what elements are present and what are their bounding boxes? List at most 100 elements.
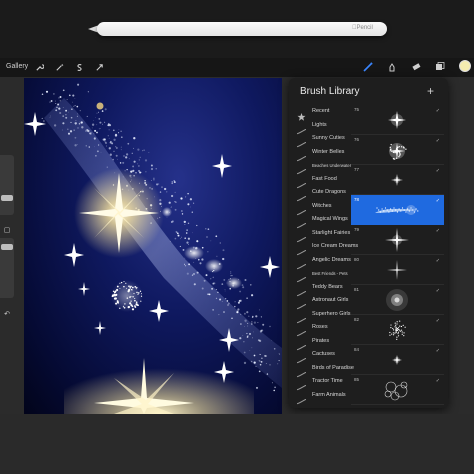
brush-set-item[interactable]: Superhero Girls <box>289 308 351 323</box>
brush-item[interactable]: 85 ✓ <box>351 375 444 405</box>
brush-set-item[interactable]: Magical Wings <box>289 213 350 229</box>
brush-stroke-icon <box>296 365 307 377</box>
opacity-slider-knob[interactable] <box>1 244 13 250</box>
brush-number: 78 <box>354 197 360 202</box>
brush-edit-icon[interactable]: ✓ <box>436 108 440 114</box>
brush-stroke-icon <box>296 338 307 350</box>
undo-button[interactable]: ↶ <box>2 310 12 320</box>
brush-set-label: Lights <box>312 121 327 128</box>
brush-set-item[interactable]: Tractor Time <box>289 375 350 391</box>
brush-set-item[interactable]: Pirates <box>289 335 350 350</box>
brush-item[interactable]: 84 ✓ <box>351 345 444 375</box>
star-icon <box>297 108 306 121</box>
brush-set-label: Birds of Paradise <box>312 364 354 371</box>
brush-edit-icon[interactable]: ✓ <box>436 258 440 264</box>
brush-set-item[interactable]: Recent <box>289 105 350 121</box>
brush-icon[interactable] <box>362 61 374 73</box>
brush-set-item[interactable]: Astronaut Girls <box>289 294 350 310</box>
brush-edit-icon[interactable]: ✓ <box>436 378 440 384</box>
brush-number: 77 <box>354 167 360 172</box>
add-brush-set-button[interactable]: + <box>427 84 434 98</box>
color-picker-button[interactable] <box>459 60 471 72</box>
brush-edit-icon[interactable]: ✓ <box>436 198 440 204</box>
brush-stroke-icon <box>296 392 307 404</box>
top-toolbar <box>0 58 474 77</box>
brush-set-item[interactable]: Starlight Fairies <box>289 227 351 242</box>
brush-stroke-icon <box>296 216 307 229</box>
brush-item[interactable]: 82 ✓ <box>351 315 444 345</box>
brush-stroke-icon <box>296 311 307 323</box>
brush-item[interactable]: 80 ✓ <box>351 255 444 285</box>
brush-set-label: Astronaut Girls <box>312 297 349 303</box>
brush-set-item[interactable]: Witches <box>289 200 350 215</box>
brush-item[interactable]: 81 ✓ <box>351 285 444 315</box>
brush-edit-icon[interactable]: ✓ <box>436 318 440 324</box>
layers-icon[interactable] <box>434 61 446 73</box>
brush-set-item[interactable]: Farm Animals <box>289 389 350 404</box>
brush-stroke-icon <box>296 135 307 148</box>
brush-item[interactable]: 76 ✓ <box>351 135 444 165</box>
brush-set-item[interactable]: Sunny Cuties <box>289 132 350 148</box>
brush-library-panel: Brush Library + Recent Lights Sunny Cuties… <box>289 78 448 408</box>
brush-set-label: Witches <box>312 202 332 209</box>
brush-set-item[interactable]: Lights <box>289 119 350 134</box>
brush-set-label: Tractor Time <box>312 378 343 384</box>
brush-preview-soft-glow <box>371 287 423 313</box>
brush-stroke-icon <box>296 243 307 256</box>
brush-set-label: Starlight Fairies <box>312 229 351 236</box>
brush-item[interactable]: 75 ✓ <box>351 105 444 135</box>
brush-size-slider[interactable] <box>0 155 14 215</box>
pencil-brand-label: Pencil <box>352 25 373 31</box>
modify-button[interactable]: ▢ <box>2 226 12 236</box>
transform-arrow-icon[interactable] <box>93 61 105 73</box>
brush-set-item[interactable]: Roses <box>289 321 350 337</box>
brush-set-item[interactable]: Cute Dragons <box>289 186 350 202</box>
brush-stroke-icon <box>296 203 307 215</box>
brush-size-slider-knob[interactable] <box>1 195 13 201</box>
brush-edit-icon[interactable]: ✓ <box>436 228 440 234</box>
brush-set-label: Beaches Underwater <box>312 163 352 168</box>
ipad-bezel-bottom <box>0 414 474 474</box>
brush-preview-small-star <box>371 167 423 193</box>
opacity-slider[interactable] <box>0 238 14 298</box>
brush-set-item[interactable]: Birds of Paradise <box>289 362 354 377</box>
brush-item[interactable]: 77 ✓ <box>351 165 444 195</box>
brush-stroke-icon <box>296 189 307 202</box>
brush-edit-icon[interactable]: ✓ <box>436 168 440 174</box>
brush-stroke-icon <box>296 230 307 242</box>
brush-set-item[interactable]: Beaches Underwater <box>289 159 352 175</box>
brush-number: 82 <box>354 317 360 322</box>
brush-edit-icon[interactable]: ✓ <box>436 348 440 354</box>
brush-edit-icon[interactable]: ✓ <box>436 138 440 144</box>
brush-stroke-icon <box>296 378 307 391</box>
brush-item[interactable]: 78 ✓ <box>351 195 444 225</box>
brush-set-item[interactable]: Winter Belles <box>289 146 350 161</box>
brush-number: 79 <box>354 227 360 232</box>
brush-set-item[interactable]: Ice Cream Dreams <box>289 240 358 256</box>
brush-set-item[interactable]: Cactuses <box>289 348 350 364</box>
brush-stroke-icon <box>296 351 307 364</box>
magic-wand-icon[interactable] <box>53 61 65 73</box>
brush-set-item[interactable]: Angelic Dreams <box>289 254 351 269</box>
selection-icon[interactable] <box>73 61 85 73</box>
brush-edit-icon[interactable]: ✓ <box>436 288 440 294</box>
gallery-button[interactable]: Gallery <box>6 63 28 70</box>
brush-set-item[interactable]: Teddy Bears <box>289 281 350 296</box>
brush-number: 84 <box>354 347 360 352</box>
brush-number: 75 <box>354 107 360 112</box>
brush-stroke-icon <box>296 149 307 161</box>
brush-item[interactable]: 79 ✓ <box>351 225 444 255</box>
smudge-icon[interactable] <box>386 61 398 73</box>
eraser-icon[interactable] <box>410 61 422 73</box>
brush-number: 76 <box>354 137 360 142</box>
brush-stroke-icon <box>296 257 307 269</box>
brush-set-item[interactable]: Fast Food <box>289 173 350 188</box>
brush-set-item[interactable]: Best Friends - Pets <box>289 267 350 283</box>
brush-preview-thin-ray-star <box>371 257 423 283</box>
drawing-canvas[interactable] <box>24 78 282 414</box>
brush-stroke-icon <box>296 176 307 188</box>
brush-set-label: Best Friends - Pets <box>312 271 348 276</box>
brush-preview-bubbles <box>371 377 423 403</box>
wrench-icon[interactable] <box>33 61 45 73</box>
brush-preview-long-ray-star <box>371 227 423 253</box>
